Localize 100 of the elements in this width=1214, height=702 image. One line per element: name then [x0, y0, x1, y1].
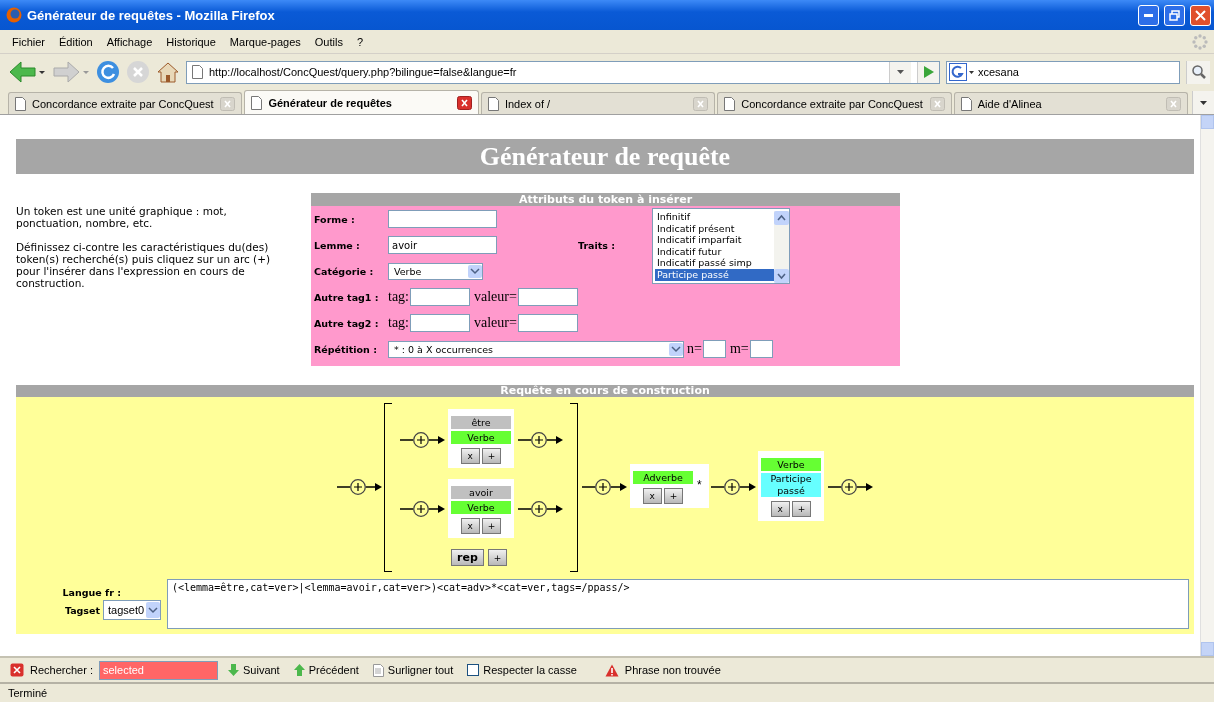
delete-button[interactable]: x [460, 448, 480, 464]
window-title: Générateur de requêtes - Mozilla Firefox [27, 7, 276, 23]
caret-icon [1200, 100, 1208, 105]
category-tag: Adverbe [633, 471, 693, 484]
list-option[interactable]: Indicatif présent [655, 222, 774, 235]
go-button[interactable] [917, 61, 939, 83]
search-text: xcesana [978, 66, 1020, 78]
search-engine-icon[interactable] [949, 63, 975, 81]
field-label: Répétition : [314, 343, 378, 355]
tab[interactable]: Index of / [480, 92, 716, 114]
list-option[interactable]: Infinitif [655, 211, 774, 223]
form-field[interactable] [388, 210, 497, 228]
scrollbar[interactable] [1200, 115, 1214, 656]
category-select[interactable]: Verbe [388, 262, 483, 280]
menu-item[interactable]: Édition [53, 35, 101, 48]
close-icon[interactable] [10, 663, 24, 677]
list-option[interactable]: Indicatif passé simp [655, 257, 774, 269]
insert-arc[interactable] [400, 501, 446, 517]
tagset-label: Tagset [64, 604, 100, 616]
find-message: Phrase non trouvée [624, 664, 721, 676]
close-icon[interactable] [456, 95, 472, 110]
next-button[interactable]: Suivant [224, 664, 284, 676]
m-label: m= [729, 341, 749, 357]
tab[interactable]: Concordance extraite par ConcQuest [8, 92, 243, 114]
tab[interactable]: Générateur de requêtes [244, 90, 479, 114]
add-button[interactable]: + [481, 518, 502, 534]
address-field[interactable]: http://localhost/ConcQuest/query.php?bilingue=false&langue=fr [186, 60, 940, 84]
value-field[interactable] [517, 288, 578, 306]
menu-item[interactable]: Affichage [100, 35, 161, 48]
delete-button[interactable]: x [770, 501, 790, 517]
menu-item[interactable]: Marque-pages [223, 35, 309, 48]
insert-arc[interactable] [518, 501, 564, 517]
insert-arc[interactable] [337, 479, 383, 495]
m-field[interactable] [749, 340, 773, 358]
tab[interactable]: Concordance extraite par ConcQuest [717, 92, 952, 114]
menu-item[interactable]: Fichier [6, 35, 53, 48]
repeat-button[interactable]: rep [451, 549, 484, 566]
intro-text: Un token est une unité graphique : mot, ponctuation, nombre, etc. [16, 205, 228, 229]
page-icon [192, 65, 203, 79]
repetition-select[interactable]: * : 0 à X occurrences [388, 340, 684, 358]
traits-tag: Participe passé [761, 473, 821, 497]
search-icon [1191, 65, 1206, 79]
dropdown-icon [146, 602, 160, 618]
category-tag: Verbe [451, 501, 511, 514]
tab[interactable]: Aide d'Alinea [953, 92, 1189, 114]
home-icon[interactable] [156, 60, 180, 84]
insert-arc[interactable] [400, 432, 446, 448]
panel-header: Attributs du token à insérer [311, 193, 900, 206]
scroll-up-icon[interactable] [774, 211, 789, 225]
traits-listbox[interactable]: Infinitif Indicatif présent Indicatif imparfait Indicatif futur Indicatif passé simp Participe passé [652, 208, 790, 284]
list-option[interactable]: Participe passé [655, 268, 774, 281]
add-button[interactable]: + [481, 448, 502, 464]
restore-icon [1169, 9, 1180, 21]
lemma-field[interactable]: avoir [388, 236, 497, 254]
list-option[interactable]: Indicatif imparfait [655, 234, 774, 246]
value-label: valeur= [474, 315, 517, 331]
reload-icon[interactable] [96, 60, 120, 84]
tab-list-button[interactable] [1192, 91, 1214, 114]
tag-field[interactable] [410, 288, 470, 306]
highlight-button[interactable]: Surligner tout [368, 663, 458, 677]
add-button[interactable]: + [663, 488, 684, 504]
search-field[interactable]: xcesana [946, 60, 1180, 84]
panel-header: Requête en cours de construction [16, 385, 1194, 397]
play-icon [923, 66, 934, 78]
insert-arc[interactable] [582, 479, 628, 495]
page-icon [960, 96, 972, 111]
insert-arc[interactable] [828, 479, 874, 495]
n-field[interactable] [702, 340, 726, 358]
previous-button[interactable]: Précédent [289, 664, 363, 676]
menu-item[interactable]: Outils [308, 35, 351, 48]
insert-arc[interactable] [711, 479, 757, 495]
field-label: Forme : [314, 213, 356, 225]
field-label: Lemme : [314, 239, 361, 251]
dropdown-button[interactable] [889, 61, 911, 83]
menu-item[interactable]: ? [350, 35, 372, 48]
value-field[interactable] [517, 314, 578, 332]
back-arrow-icon[interactable] [8, 60, 46, 84]
field-label: Autre tag2 : [314, 317, 380, 329]
value-label: valeur= [474, 289, 517, 305]
query-field[interactable]: (<lemma=être,cat=ver>|<lemma=avoir,cat=ver>)<cat=adv>*<cat=ver,tags=/ppass/> [167, 579, 1189, 629]
scroll-down-icon[interactable] [774, 269, 789, 283]
match-case-checkbox[interactable]: Respecter la casse [463, 664, 581, 676]
insert-arc[interactable] [518, 432, 564, 448]
delete-button[interactable]: x [642, 488, 662, 504]
delete-button[interactable]: x [460, 518, 480, 534]
menu-item[interactable]: Historique [160, 35, 224, 48]
intro-text: Définissez ci-contre les caractéristiques du(des) token(s) recherché(s) puis cliquez sur un arc (+) pour l'insérer dans l'expression en cours de construction. [16, 241, 272, 289]
close-icon [1195, 9, 1206, 21]
add-button[interactable]: + [791, 501, 812, 517]
tagset-select[interactable]: tagset0 [103, 600, 161, 620]
find-label: Rechercher : [30, 664, 93, 676]
add-button[interactable]: + [487, 549, 508, 566]
list-option[interactable]: Indicatif futur [655, 245, 774, 258]
close-button[interactable] [1190, 4, 1211, 26]
tag-field[interactable] [410, 314, 470, 332]
restore-button[interactable] [1164, 4, 1185, 26]
minimize-button[interactable] [1138, 4, 1159, 26]
search-button[interactable] [1186, 60, 1210, 84]
up-arrow-icon [293, 664, 305, 676]
page-icon [15, 96, 26, 111]
